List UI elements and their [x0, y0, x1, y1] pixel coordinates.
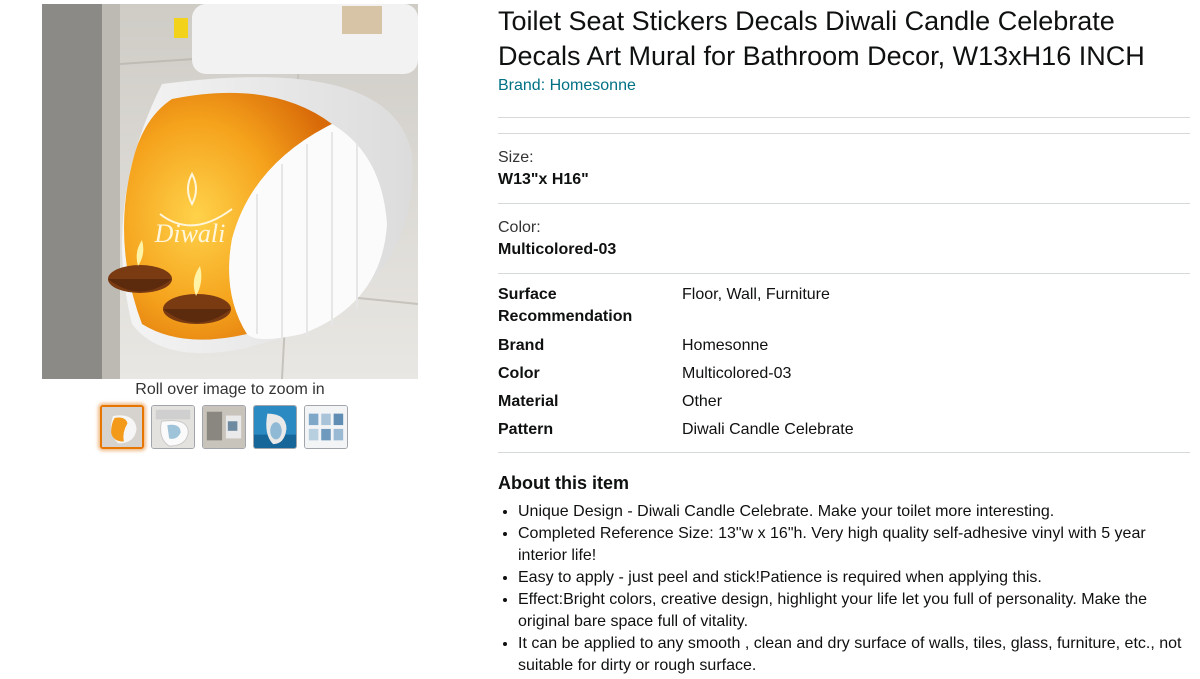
divider: [498, 273, 1190, 274]
spec-row: Color Multicolored-03: [498, 363, 854, 391]
spec-row: Surface Recommendation Floor, Wall, Furn…: [498, 284, 854, 335]
toilet-blue-decal-thumb-icon: [254, 406, 296, 448]
spec-key: Brand: [498, 337, 545, 354]
zoom-hint: Roll over image to zoom in: [135, 381, 325, 398]
product-title: Toilet Seat Stickers Decals Diwali Candl…: [498, 6, 1145, 71]
thumbnail-5[interactable]: [304, 405, 348, 449]
divider: [498, 133, 1190, 134]
toilet-white-thumb-icon: [152, 406, 194, 448]
spec-key: Color: [498, 365, 540, 382]
thumbnail-4[interactable]: [253, 405, 297, 449]
toilet-orange-decal-thumb-icon: [102, 407, 142, 447]
spec-value: Diwali Candle Celebrate: [682, 421, 854, 438]
divider: [498, 203, 1190, 204]
thumbnail-strip: [100, 405, 348, 449]
color-label: Color:: [498, 219, 541, 236]
thumbnail-2[interactable]: [151, 405, 195, 449]
about-bullet: Easy to apply - just peel and stick!Pati…: [518, 567, 1190, 589]
thumbnail-3[interactable]: [202, 405, 246, 449]
divider: [498, 117, 1190, 118]
product-specs-table: Surface Recommendation Floor, Wall, Furn…: [498, 284, 854, 447]
color-variation[interactable]: Color: Multicolored-03: [498, 217, 1190, 261]
spec-value: Homesonne: [682, 337, 769, 354]
size-label: Size:: [498, 149, 534, 166]
thumbnail-1[interactable]: [100, 405, 144, 449]
about-heading: About this item: [498, 473, 629, 493]
about-bullet: It can be applied to any smooth , clean …: [518, 633, 1190, 677]
divider: [498, 452, 1190, 453]
size-value: W13"x H16": [498, 171, 589, 188]
product-details: Toilet Seat Stickers Decals Diwali Candl…: [498, 0, 1190, 677]
spec-value: Other: [682, 393, 723, 410]
decal-variants-thumb-icon: [305, 406, 347, 448]
about-bullet-list: Unique Design - Diwali Candle Celebrate.…: [498, 501, 1190, 677]
about-bullet: Effect:Bright colors, creative design, h…: [518, 589, 1190, 633]
spec-row: Pattern Diwali Candle Celebrate: [498, 419, 854, 447]
spec-value: Multicolored-03: [682, 365, 792, 382]
spec-value: Floor, Wall, Furniture: [682, 286, 830, 303]
toilet-seat-diwali-decal-photo-icon: Diwali: [42, 4, 418, 379]
spec-row: Brand Homesonne: [498, 335, 854, 363]
main-product-image[interactable]: Diwali: [42, 4, 418, 379]
about-bullet: Unique Design - Diwali Candle Celebrate.…: [518, 501, 1190, 523]
spec-key: Surface Recommendation: [498, 286, 633, 325]
size-variation[interactable]: Size: W13"x H16": [498, 147, 1190, 191]
spec-key: Pattern: [498, 421, 554, 438]
bathroom-scene-thumb-icon: [203, 406, 245, 448]
spec-key: Material: [498, 393, 559, 410]
spec-row: Material Other: [498, 391, 854, 419]
color-value: Multicolored-03: [498, 241, 617, 258]
brand-link[interactable]: Brand: Homesonne: [498, 77, 1190, 95]
about-bullet: Completed Reference Size: 13"w x 16"h. V…: [518, 523, 1190, 567]
diwali-script-text: Diwali: [154, 219, 226, 248]
